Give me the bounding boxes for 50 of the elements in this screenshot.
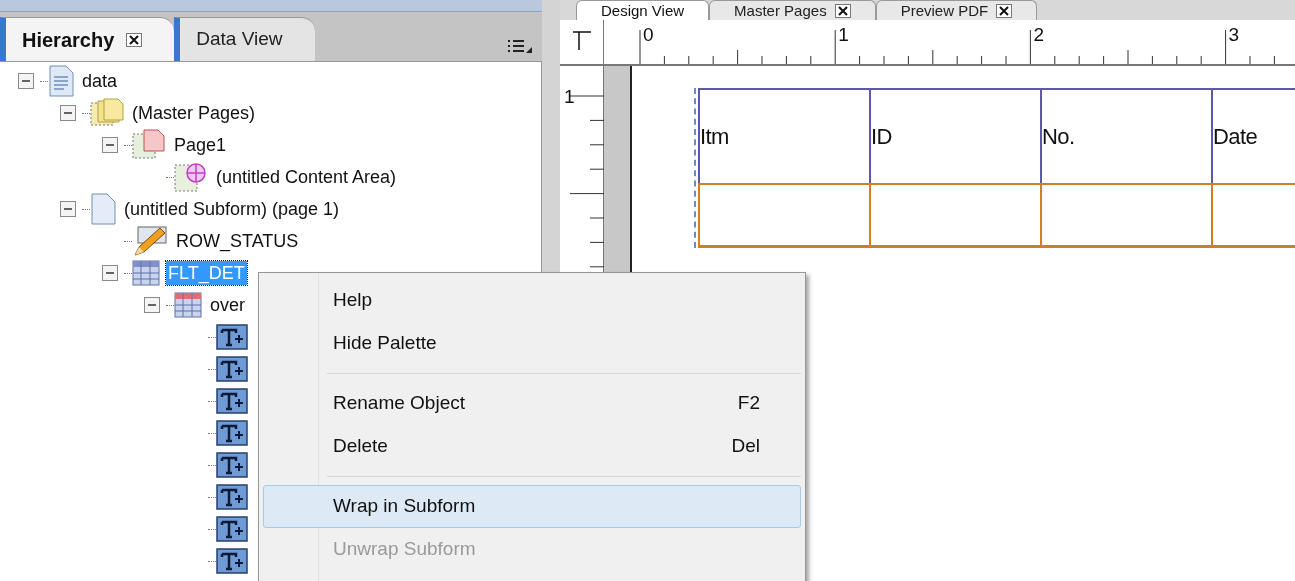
column-header: Date	[1211, 88, 1295, 183]
tree-item[interactable]: (untitled Subform) (page 1)	[122, 197, 342, 221]
collapse-icon[interactable]	[102, 265, 118, 281]
column-header: ID	[869, 88, 1040, 183]
menu-item[interactable]: Rename Object F2	[263, 382, 801, 425]
ruler-label: 2	[1033, 24, 1044, 46]
ruler-label: 3	[1228, 24, 1240, 46]
ruler-label: 1	[838, 24, 849, 46]
close-icon[interactable]	[834, 3, 851, 18]
close-icon[interactable]	[126, 32, 143, 47]
text-field-icon	[216, 452, 248, 478]
text-field-icon	[216, 388, 248, 414]
menu-item[interactable]: Wrap in Subform	[263, 485, 801, 528]
text-field-icon	[216, 484, 248, 510]
page-icon	[90, 193, 116, 225]
collapse-icon[interactable]	[60, 201, 76, 217]
tree-item[interactable]: over	[208, 293, 247, 317]
tree-item[interactable]: data	[80, 69, 120, 93]
document-icon	[48, 65, 74, 97]
panel-tab[interactable]: Data View	[174, 17, 315, 61]
column-header: Itm	[698, 88, 869, 183]
tree-item[interactable]: (untitled Content Area)	[214, 165, 399, 189]
text-field-icon	[216, 420, 248, 446]
table-icon	[174, 292, 202, 318]
column-header: No.	[1040, 88, 1211, 183]
menu-icon[interactable]	[508, 39, 532, 53]
close-icon[interactable]	[996, 3, 1013, 18]
text-field-icon	[216, 548, 248, 574]
table-icon	[132, 260, 160, 286]
ruler-corner-icon	[570, 28, 593, 50]
collapse-icon[interactable]	[144, 297, 160, 313]
menu-item[interactable]: Help	[263, 279, 801, 322]
tree-item[interactable]: ROW_STATUS	[174, 229, 301, 253]
menu-item[interactable]: Delete Del	[263, 425, 801, 468]
ruler-label: 0	[643, 24, 654, 46]
panel-tab[interactable]: Hierarchy	[0, 17, 175, 61]
ruler-label: 1	[564, 86, 575, 108]
text-field-icon	[216, 516, 248, 542]
document-tab[interactable]: Master Pages	[709, 0, 876, 20]
menu-item[interactable]: Hide Palette	[263, 322, 801, 365]
text-field-icon	[216, 324, 248, 350]
document-tab[interactable]: Design View	[576, 0, 710, 20]
tree-item[interactable]: (Master Pages)	[130, 101, 258, 125]
text-field-icon	[216, 356, 248, 382]
pencil-icon	[132, 225, 168, 257]
tree-item[interactable]: Page1	[172, 133, 229, 157]
collapse-icon[interactable]	[102, 137, 118, 153]
collapse-icon[interactable]	[18, 73, 34, 89]
collapse-icon[interactable]	[60, 105, 76, 121]
document-tab[interactable]: Preview PDF	[875, 0, 1038, 20]
